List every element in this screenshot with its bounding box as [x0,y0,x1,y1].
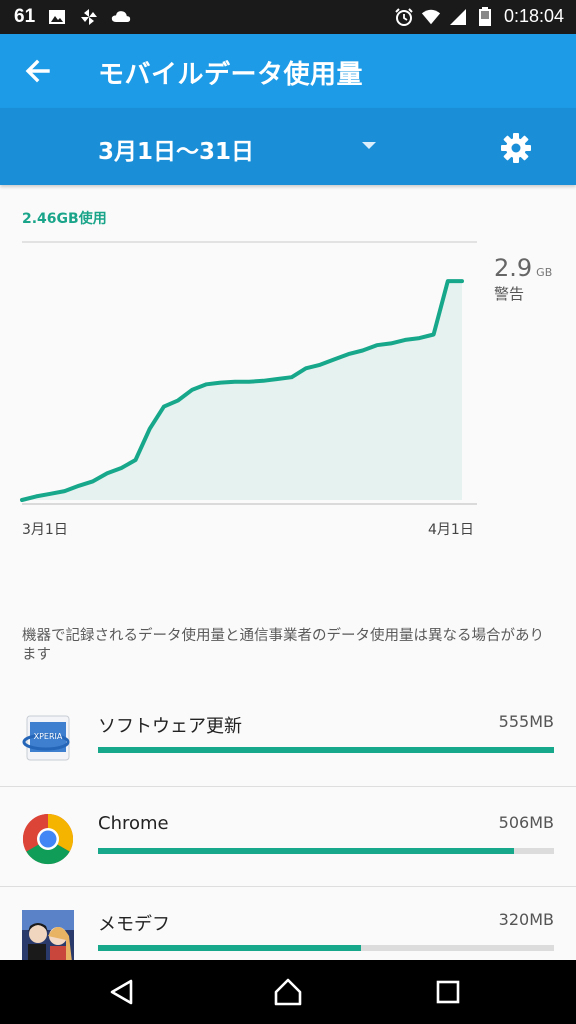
xperia-update-icon: XPERIA [22,715,70,761]
app-name: Chrome [98,813,169,834]
limit-label: 警告 [494,285,525,303]
cloud-icon [111,11,131,22]
limit-value-number: 2.9 [494,254,533,282]
usage-bar-track [98,747,554,753]
usage-chart[interactable] [0,230,576,550]
nav-recents-icon[interactable] [432,976,464,1008]
caret-down-icon[interactable] [362,142,376,149]
x-axis-start-label: 3月1日 [22,522,68,538]
chrome-icon [22,813,74,865]
page-title: モバイルデータ使用量 [98,60,364,90]
wifi-icon [421,9,441,24]
notification-count: 61 [14,6,36,27]
game-character-icon [22,910,74,962]
usage-total: 2.46GB使用 [22,211,107,227]
clock: 0:18:04 [503,6,564,26]
nav-back-icon[interactable] [107,976,139,1008]
x-axis-end-label: 4月1日 [428,522,474,538]
usage-bar-track [98,945,554,951]
usage-bar-track [98,848,554,854]
usage-bar-fill [98,945,362,951]
pinwheel-icon [81,9,98,25]
filter-bar: 3月1日〜31日 [0,108,576,185]
app-name: ソフトウェア更新 [98,716,242,737]
limit-value[interactable]: 2.9 GB [494,254,552,282]
app-bar: モバイルデータ使用量 [0,34,576,108]
limit-unit: GB [536,266,553,279]
navigation-bar [0,960,576,1024]
battery-icon [478,6,491,26]
status-bar: 61 0:18:04 [0,0,576,34]
arrow-left-icon[interactable] [18,51,58,91]
alarm-icon [395,7,413,26]
period-selector[interactable]: 3月1日〜31日 [98,132,254,166]
nav-home-icon[interactable] [272,976,304,1008]
signal-icon [449,8,466,25]
app-size: 555MB [498,712,554,731]
usage-bar-fill [98,848,514,854]
image-icon [49,10,66,24]
data-usage-disclaimer: 機器で記録されるデータ使用量と通信事業者のデータ使用量は異なる場合があります [22,628,544,663]
app-size: 320MB [498,910,554,929]
app-size: 506MB [498,813,554,832]
app-name: メモデフ [98,914,170,935]
app-row-chrome[interactable]: Chrome 506MB [0,787,576,887]
usage-area [22,281,462,500]
gear-icon[interactable] [498,130,534,166]
usage-bar-fill [98,747,554,753]
svg-text:XPERIA: XPERIA [34,732,63,741]
app-row-software-update[interactable]: XPERIA ソフトウェア更新 555MB [0,686,576,786]
